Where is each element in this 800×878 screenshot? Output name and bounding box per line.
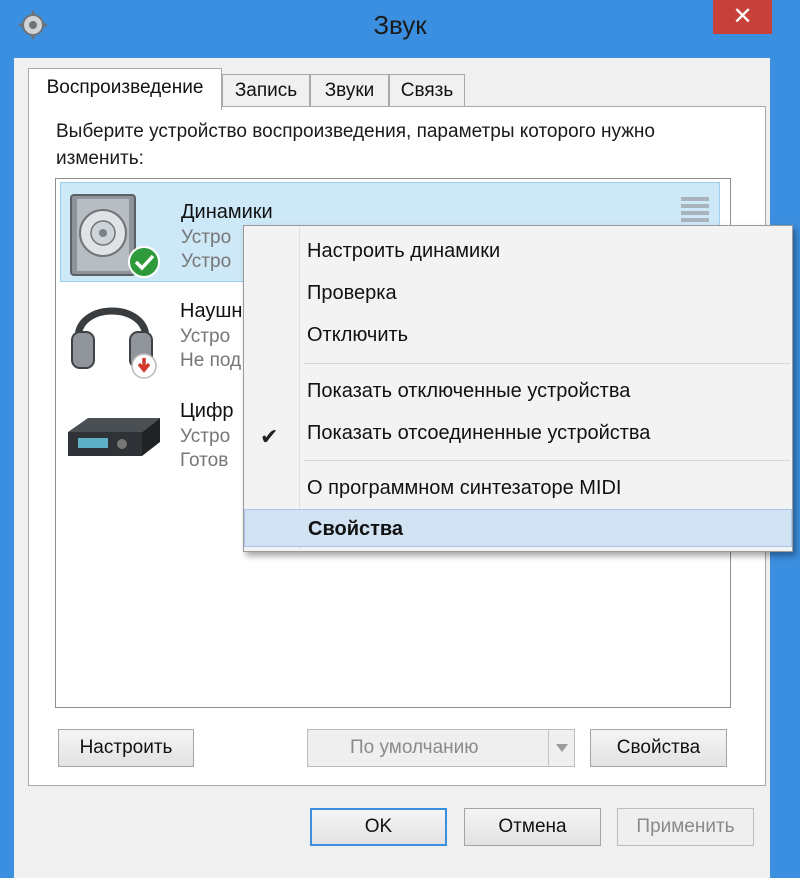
device-status: Не под [180,350,242,371]
tab-communications[interactable]: Связь [389,74,465,108]
menu-separator [304,363,790,364]
menu-item-test[interactable]: Проверка [244,274,792,312]
menu-item-midi-synth[interactable]: О программном синтезаторе MIDI [244,469,792,507]
ok-button[interactable]: OK [310,808,447,846]
properties-button[interactable]: Свойства [590,729,727,767]
menu-item-label: Отключить [307,324,409,346]
apply-button[interactable]: Применить [617,808,754,846]
menu-item-label: Свойства [308,518,404,540]
menu-item-configure-speakers[interactable]: Настроить динамики [244,232,792,270]
tab-playback[interactable]: Воспроизведение [28,68,222,110]
instruction-text: Выберите устройство воспроизведения, пар… [56,121,655,169]
sound-dialog: Звук ✕ Воспроизведение Запись Звуки Связ… [0,0,800,878]
menu-item-show-disabled[interactable]: Показать отключенные устройства [244,372,792,410]
device-status: Готов [180,450,229,471]
menu-item-label: О программном синтезаторе MIDI [307,477,622,499]
chevron-down-icon [556,744,568,752]
device-description: Устро [180,426,231,447]
device-name: Наушн [180,300,243,322]
tab-recording[interactable]: Запись [222,74,310,108]
close-button[interactable]: ✕ [713,0,772,34]
context-menu: Настроить динамики Проверка Отключить По… [243,225,793,552]
device-description: Устро [180,326,231,347]
menu-item-label: Проверка [307,282,397,304]
set-default-button[interactable]: По умолчанию [307,729,575,767]
menu-separator [304,460,790,461]
configure-button[interactable]: Настроить [58,729,194,767]
window-title: Звук [373,10,427,40]
menu-item-label: Показать отключенные устройства [307,380,631,402]
device-name: Цифр [180,400,234,422]
menu-item-disable[interactable]: Отключить [244,316,792,354]
close-icon: ✕ [732,3,753,30]
title-bar[interactable]: Звук ✕ [0,0,800,58]
menu-item-show-disconnected[interactable]: ✔ Показать отсоединенные устройства [244,414,792,452]
receiver-icon [68,418,160,456]
device-description: Устро [181,227,232,248]
device-name: Динамики [181,201,273,223]
cancel-button[interactable]: Отмена [464,808,601,846]
menu-item-properties[interactable]: Свойства [244,509,792,547]
level-meter-icon [681,197,709,222]
tab-sounds[interactable]: Звуки [310,74,389,108]
menu-item-label: Показать отсоединенные устройства [307,422,651,444]
disconnected-arrow-icon [131,353,157,379]
device-status: Устро [181,251,232,272]
default-check-icon [128,246,160,278]
menu-item-label: Настроить динамики [307,240,501,262]
checkmark-icon: ✔ [260,424,279,449]
set-default-dropdown[interactable] [548,729,574,767]
